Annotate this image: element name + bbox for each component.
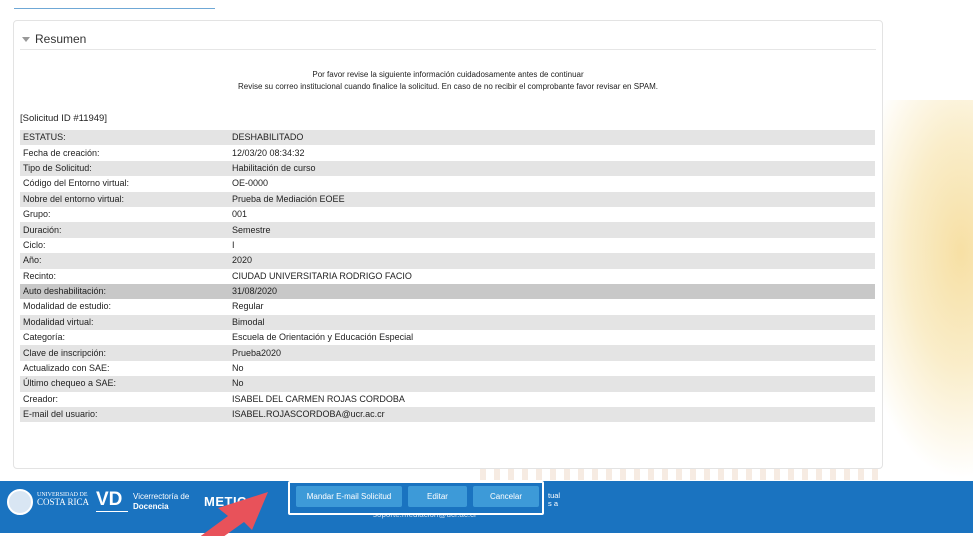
footer-right-text: tual s a xyxy=(548,492,560,508)
detail-label: Auto deshabilitación: xyxy=(20,283,229,300)
detail-value: Semestre xyxy=(229,222,875,238)
detail-value: 001 xyxy=(229,206,875,223)
ucr-seal-logo xyxy=(7,489,33,515)
edit-button[interactable]: Editar xyxy=(408,486,467,507)
detail-label: Creador: xyxy=(20,391,229,408)
detail-value: Bimodal xyxy=(229,314,875,331)
detail-row: Código del Entorno virtual: OE-0000 xyxy=(20,176,875,192)
detail-value: I xyxy=(229,237,875,254)
detail-value: 12/03/20 08:34:32 xyxy=(229,145,875,161)
detail-label: E-mail del usuario: xyxy=(20,407,229,423)
detail-row: Tipo de Solicitud: Habilitación de curso xyxy=(20,160,875,177)
ucr-name: UNIVERSIDAD DE COSTA RICA xyxy=(37,492,89,507)
detail-row: Auto deshabilitación: 31/08/2020 xyxy=(20,283,875,300)
detail-row: E-mail del usuario: ISABEL.ROJASCORDOBA@u… xyxy=(20,407,875,423)
detail-label: Categoría: xyxy=(20,330,229,346)
detail-label: Último chequeo a SAE: xyxy=(20,376,229,392)
detail-label: ESTATUS: xyxy=(20,130,229,146)
detail-value: OE-0000 xyxy=(229,176,875,192)
detail-value: Prueba2020 xyxy=(229,345,875,361)
detail-label: Ciclo: xyxy=(20,237,229,254)
summary-panel-title: Resumen xyxy=(35,32,87,46)
detail-label: Modalidad virtual: xyxy=(20,314,229,331)
footer-right-line-2: s a xyxy=(548,499,559,508)
detail-row: Creador: ISABEL DEL CARMEN ROJAS CORDOBA xyxy=(20,391,875,408)
detail-label: Grupo: xyxy=(20,206,229,223)
detail-value: ISABEL DEL CARMEN ROJAS CORDOBA xyxy=(229,391,875,408)
summary-panel: Resumen Por favor revise la siguiente in… xyxy=(13,20,883,469)
detail-value: ISABEL.ROJASCORDOBA@ucr.ac.cr xyxy=(229,407,875,423)
detail-row: Actualizado con SAE: No xyxy=(20,360,875,377)
detail-label: Modalidad de estudio: xyxy=(20,299,229,315)
detail-value: DESHABILITADO xyxy=(229,130,875,146)
detail-row: Categoría: Escuela de Orientación y Educa… xyxy=(20,330,875,346)
top-divider xyxy=(14,8,215,9)
detail-value: Regular xyxy=(229,299,875,315)
vd-logo: VD xyxy=(96,489,123,510)
detail-label: Código del Entorno virtual: xyxy=(20,176,229,192)
detail-value: CIUDAD UNIVERSITARIA RODRIGO FACIO xyxy=(229,268,875,284)
detail-label: Año: xyxy=(20,253,229,269)
detail-row: Fecha de creación: 12/03/20 08:34:32 xyxy=(20,145,875,161)
detail-label: Duración: xyxy=(20,222,229,238)
detail-row: Modalidad de estudio: Regular xyxy=(20,299,875,315)
detail-value: 2020 xyxy=(229,253,875,269)
detail-label: Nobre del entorno virtual: xyxy=(20,191,229,207)
details-table: ESTATUS: DESHABILITADO Fecha de creación: 1… xyxy=(20,130,875,423)
solicitud-id: [Solicitud ID #11949] xyxy=(20,113,107,124)
ucr-name-big: COSTA RICA xyxy=(37,497,90,507)
metics-logo: METIC xyxy=(204,494,247,509)
detail-row: ESTATUS: DESHABILITADO xyxy=(20,130,875,146)
cancel-button[interactable]: Cancelar xyxy=(473,486,539,507)
caret-down-icon[interactable] xyxy=(22,36,30,42)
detail-label: Clave de inscripción: xyxy=(20,345,229,361)
detail-row: Grupo: 001 xyxy=(20,206,875,223)
detail-label: Recinto: xyxy=(20,268,229,284)
detail-row: Duración: Semestre xyxy=(20,222,875,238)
detail-row: Año: 2020 xyxy=(20,253,875,269)
send-email-button[interactable]: Mandar E-mail Solicitud xyxy=(296,486,402,507)
detail-value: Escuela de Orientación y Educación Espec… xyxy=(229,330,875,346)
vd-underline xyxy=(96,511,128,512)
vicerrectoria-line-2: Docencia xyxy=(133,502,169,511)
detail-label: Fecha de creación: xyxy=(20,145,229,161)
detail-label: Actualizado con SAE: xyxy=(20,360,229,377)
detail-value: No xyxy=(229,360,875,377)
detail-value: No xyxy=(229,376,875,392)
detail-row: Modalidad virtual: Bimodal xyxy=(20,314,875,331)
detail-row: Ciclo: I xyxy=(20,237,875,254)
notice-line-2: Revise su correo institucional cuando fi… xyxy=(237,82,659,91)
detail-row: Nobre del entorno virtual: Prueba de Medi… xyxy=(20,191,875,207)
vicerrectoria-label: Vicerrectoría de Docencia xyxy=(133,492,189,512)
notice-line-1: Por favor revise la siguiente informació… xyxy=(312,70,584,79)
detail-value: 31/08/2020 xyxy=(229,283,875,300)
vicerrectoria-line-1: Vicerrectoría de xyxy=(133,492,190,501)
detail-row: Clave de inscripción: Prueba2020 xyxy=(20,345,875,361)
detail-value: Habilitación de curso xyxy=(229,160,875,177)
notice: Por favor revise la siguiente informació… xyxy=(14,69,882,93)
detail-row: Recinto: CIUDAD UNIVERSITARIA RODRIGO FAC… xyxy=(20,268,875,284)
detail-row: Último chequeo a SAE: No xyxy=(20,376,875,392)
summary-panel-header[interactable]: Resumen xyxy=(20,29,876,50)
detail-label: Tipo de Solicitud: xyxy=(20,160,229,177)
detail-value: Prueba de Mediación EOEE xyxy=(229,191,875,207)
